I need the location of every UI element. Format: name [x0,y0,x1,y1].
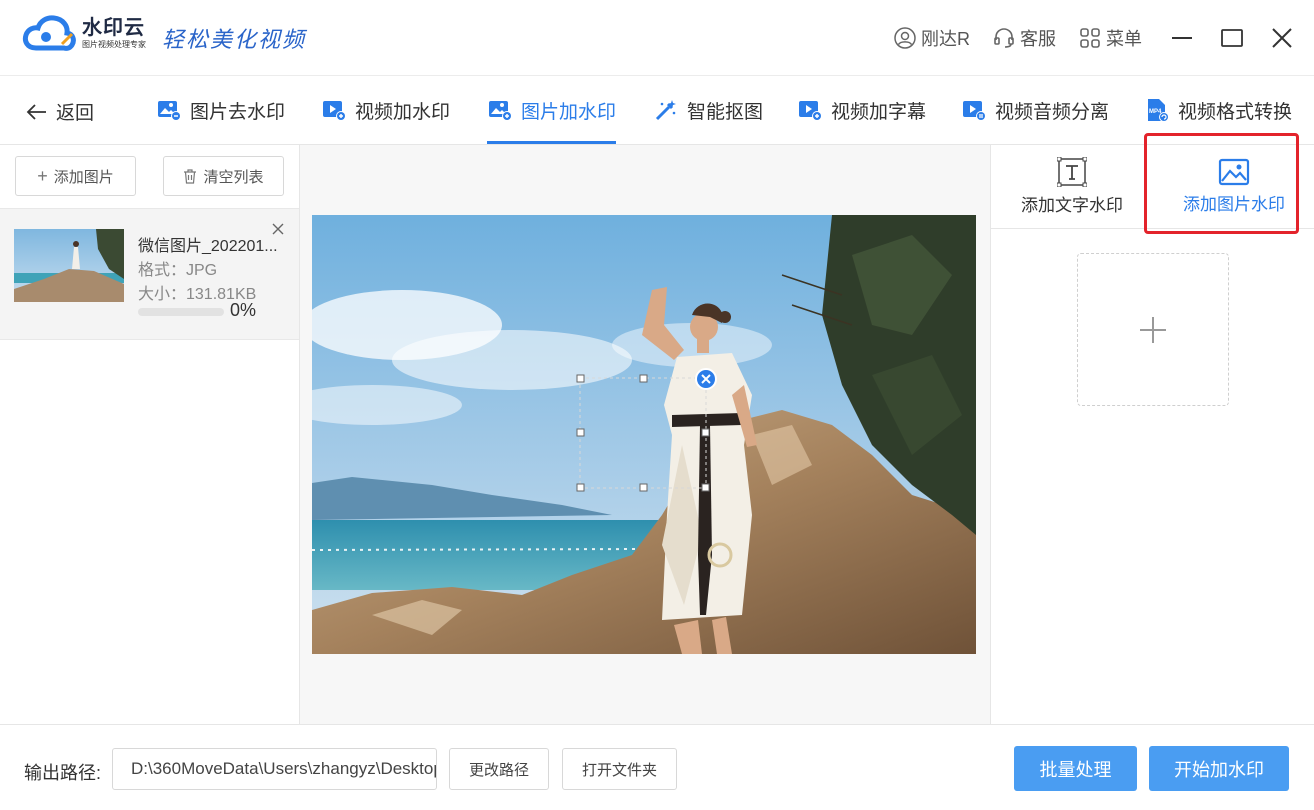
service-label: 客服 [1020,29,1056,49]
minimize-button[interactable] [1164,20,1200,56]
customer-service-button[interactable]: 客服 [992,25,1056,51]
batch-process-button[interactable]: 批量处理 [1014,746,1137,791]
text-watermark-label: 添加文字水印 [1021,196,1123,215]
file-thumbnail [14,229,124,302]
tab-label: 视频加水印 [355,101,451,123]
tab-label: 视频格式转换 [1178,101,1293,123]
clear-list-button[interactable]: 清空列表 [163,156,284,196]
tab-smart-cutout[interactable]: 智能抠图 [654,96,763,124]
headset-icon [994,28,1014,48]
video-subtitle-icon [799,101,822,121]
image-remove-icon [158,101,181,121]
tab-video-add-watermark[interactable]: 视频加水印 [322,96,450,124]
preview-area [300,145,990,724]
menu-label: 菜单 [1106,29,1142,49]
change-path-button[interactable]: 更改路径 [449,748,549,790]
arrow-left-icon [26,103,46,120]
tab-image-remove-watermark[interactable]: 图片去水印 [157,96,285,124]
highlight-annotation [1144,133,1299,234]
open-folder-button[interactable]: 打开文件夹 [562,748,677,790]
app-subtitle: 图片视频处理专家 [82,40,146,49]
plus-icon [1140,316,1166,343]
tab-add-text-watermark[interactable]: 添加文字水印 [991,145,1153,228]
video-add-icon [323,101,346,121]
tab-label: 视频加字幕 [831,101,927,123]
video-audio-icon [963,101,986,121]
remove-file-icon[interactable] [270,221,286,237]
output-path-field[interactable]: D:\360MoveData\Users\zhangyz\Desktop [112,748,437,790]
file-name: 微信图片_202201... [138,238,278,255]
bottom-bar: 输出路径: D:\360MoveData\Users\zhangyz\Deskt… [0,724,1314,810]
back-label: 返回 [56,103,95,124]
mp4-convert-icon: MP4 [1148,99,1169,122]
app-window: 水印云 图片视频处理专家 轻松美化视频 刚达R 客服 菜单 返回 图片去水印 视… [0,0,1314,810]
close-icon [1272,28,1292,48]
tab-label: 图片加水印 [521,101,617,123]
preview-image[interactable] [312,215,976,654]
tab-label: 视频音频分离 [995,101,1110,123]
progress-text: 0% [230,300,257,320]
start-watermark-button[interactable]: 开始加水印 [1149,746,1289,791]
grid-menu-icon [1080,28,1100,48]
tab-label: 图片去水印 [190,101,286,123]
user-icon [894,27,916,49]
trash-icon [184,168,197,184]
progress-bar [138,308,224,316]
back-button[interactable]: 返回 [26,98,94,125]
user-name: 刚达R [921,29,970,49]
minimize-icon [1172,37,1192,39]
text-t-icon [1057,157,1087,187]
feature-nav: 返回 图片去水印 视频加水印 图片加水印 智能抠图 视频加字幕 视频音频分离 M… [0,76,1314,145]
tab-image-add-watermark[interactable]: 图片加水印 [488,96,616,124]
file-list-panel: + 添加图片 清空列表 微信图片_202201... 格式：JPG 大小：131… [0,145,300,724]
slogan: 轻松美化视频 [162,28,307,53]
app-name: 水印云 [82,17,145,39]
output-path-label: 输出路径: [24,763,102,783]
close-button[interactable] [1264,20,1300,56]
menu-button[interactable]: 菜单 [1078,25,1142,51]
tab-video-subtitle[interactable]: 视频加字幕 [798,96,926,124]
maximize-icon [1221,29,1243,47]
clear-list-label: 清空列表 [203,168,264,186]
image-add-icon [489,101,512,121]
magic-wand-icon [655,100,676,121]
file-list-item[interactable]: 微信图片_202201... 格式：JPG 大小：131.81KB 0% [0,208,299,340]
tab-label: 智能抠图 [687,101,764,123]
add-image-label: 添加图片 [53,168,114,186]
active-tab-indicator [487,141,616,144]
plus-icon: + [37,165,48,186]
app-logo: 水印云 图片视频处理专家 [22,14,146,54]
maximize-button[interactable] [1214,20,1250,56]
add-image-button[interactable]: + 添加图片 [15,156,136,196]
title-bar: 水印云 图片视频处理专家 轻松美化视频 刚达R 客服 菜单 [0,0,1314,76]
cloud-logo-icon [22,15,76,51]
add-image-watermark-button[interactable] [1077,253,1229,406]
tab-video-format-convert[interactable]: MP4 视频格式转换 [1145,96,1292,124]
user-account[interactable]: 刚达R [893,25,970,51]
watermark-panel: 添加文字水印 添加图片水印 [990,133,1314,724]
tab-video-audio-separate[interactable]: 视频音频分离 [962,96,1109,124]
file-format: 格式：JPG [138,262,218,279]
